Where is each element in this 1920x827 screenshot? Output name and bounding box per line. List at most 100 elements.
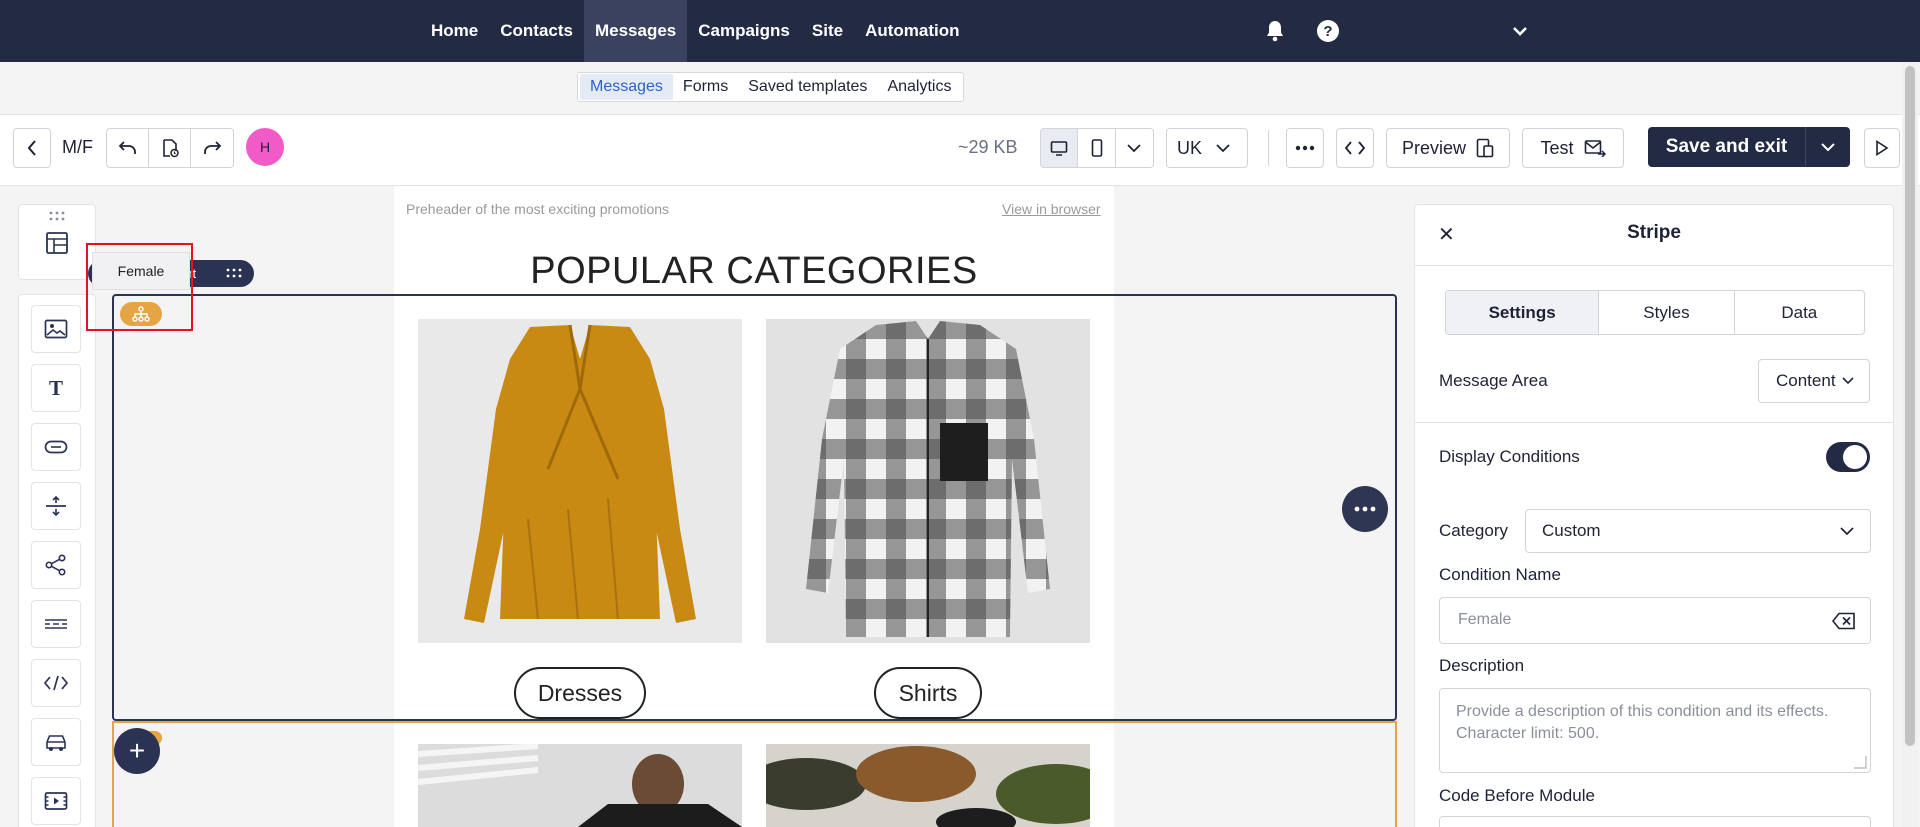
tab-settings[interactable]: Settings [1446,291,1600,334]
layout-icon [46,232,68,254]
button-block-button[interactable] [31,423,81,471]
main-menu: Home Contacts Messages Campaigns Site Au… [420,0,971,62]
panel-title: Stripe [1627,222,1681,243]
page-scrollbar[interactable] [1902,62,1918,827]
code-before-module-label: Code Before Module [1439,786,1595,805]
stripe-more-button[interactable] [1342,486,1388,532]
panel-divider [1414,422,1894,423]
nav-campaigns[interactable]: Campaigns [687,0,801,62]
dynamic-block-button[interactable] [31,718,81,766]
button-icon [44,440,68,454]
selected-stripe-outline[interactable] [112,294,1397,721]
send-mail-icon [1584,140,1606,157]
preview-label: Preview [1401,137,1467,158]
desktop-icon [1050,141,1068,156]
language-value: UK [1177,137,1203,158]
spacer-icon [46,495,66,517]
mobile-view-button[interactable] [1078,129,1116,167]
tab-data[interactable]: Data [1735,291,1864,334]
template-name: M/F [62,137,93,157]
text-icon: T [49,378,63,398]
nav-messages[interactable]: Messages [583,0,688,62]
clear-input-icon[interactable] [1832,612,1856,630]
top-navigation: Home Contacts Messages Campaigns Site Au… [0,0,1920,62]
history-controls [106,128,234,168]
video-block-button[interactable] [31,777,81,825]
drag-handle-icon [49,211,65,221]
save-split-button: Save and exit [1648,127,1850,167]
user-avatar[interactable]: H [246,128,284,166]
divider-block-button[interactable] [31,600,81,648]
tab-styles[interactable]: Styles [1599,291,1735,334]
chevron-down-icon [1821,143,1835,151]
next-stripe-outline[interactable] [112,721,1397,827]
scrollbar-thumb[interactable] [1905,66,1915,746]
language-select[interactable]: UK [1166,128,1248,168]
version-history-button[interactable] [149,129,192,167]
spacer-block-button[interactable] [31,482,81,530]
sub-navigation: Messages Forms Saved templates Analytics [577,72,965,102]
description-placeholder: Provide a description of this condition … [1456,703,1829,742]
subnav-messages[interactable]: Messages [580,74,673,100]
drag-handle-icon[interactable] [226,268,242,278]
message-area-select[interactable]: Content [1758,359,1870,403]
preheader-text[interactable]: Preheader of the most exciting promotion… [406,201,669,217]
resize-handle-icon[interactable] [1853,755,1867,769]
display-conditions-toggle[interactable] [1826,442,1870,472]
toggle-knob [1843,445,1867,469]
preview-button[interactable]: Preview [1386,128,1510,168]
nav-contacts[interactable]: Contacts [489,0,584,62]
redo-button[interactable] [191,129,233,167]
save-and-exit-button[interactable]: Save and exit [1648,127,1806,167]
bell-icon[interactable] [1260,16,1290,46]
social-block-button[interactable] [31,541,81,589]
view-in-browser-link[interactable]: View in browser [1002,201,1101,217]
undo-button[interactable] [107,129,150,167]
desktop-view-button[interactable] [1041,129,1079,167]
subnav-forms[interactable]: Forms [673,74,738,100]
condition-name-input[interactable]: Female [1439,597,1871,644]
message-area-value: Content [1776,371,1836,390]
nav-automation[interactable]: Automation [854,0,970,62]
subnav-analytics[interactable]: Analytics [877,74,961,100]
category-label: Category [1439,521,1508,540]
social-icon [45,554,66,576]
back-button[interactable] [13,128,51,168]
more-options-button[interactable] [1286,128,1324,168]
undo-icon [118,141,136,154]
section-heading[interactable]: POPULAR CATEGORIES [394,250,1114,293]
chevron-left-icon [27,140,36,156]
help-icon[interactable]: ? [1313,16,1343,46]
description-textarea[interactable]: Provide a description of this condition … [1439,688,1871,773]
more-horizontal-icon [1354,506,1376,512]
structures-panel-button[interactable] [18,204,96,280]
condition-name-value: Female [1458,611,1512,628]
history-icon [162,139,179,158]
panel-tabs: Settings Styles Data [1445,290,1865,335]
test-button[interactable]: Test [1522,128,1624,168]
mobile-icon [1091,139,1102,157]
code-before-module-input[interactable] [1439,816,1871,827]
category-value: Custom [1542,521,1601,540]
description-label: Description [1439,656,1525,675]
add-stripe-button[interactable]: + [114,728,160,774]
nav-site[interactable]: Site [801,0,854,62]
test-label: Test [1540,137,1574,158]
code-view-button[interactable] [1336,128,1374,168]
text-block-button[interactable]: T [31,364,81,412]
html-block-button[interactable] [31,659,81,707]
account-chevron-down-icon[interactable] [1505,16,1535,46]
device-switcher [1040,128,1154,168]
redo-icon [204,141,222,154]
chevron-down-icon [1216,144,1230,152]
play-icon [1876,140,1889,156]
svg-text:?: ? [1323,23,1332,40]
category-select[interactable]: Custom [1525,509,1871,553]
html-icon [44,675,68,691]
save-options-button[interactable] [1806,127,1850,167]
image-block-button[interactable] [31,305,81,353]
nav-home[interactable]: Home [420,0,489,62]
device-dropdown-button[interactable] [1116,129,1153,167]
subnav-saved-templates[interactable]: Saved templates [738,74,877,100]
run-button[interactable] [1864,128,1900,168]
